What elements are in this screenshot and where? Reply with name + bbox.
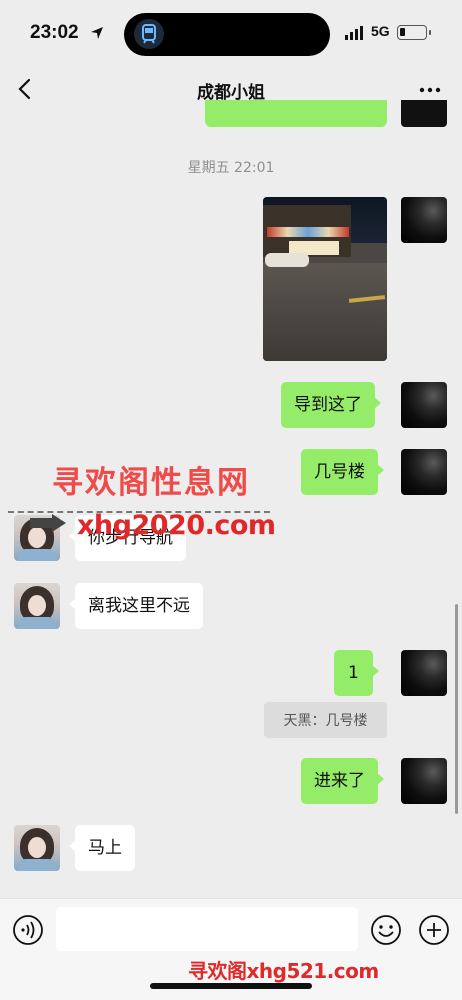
avatar-self-partial[interactable]: [401, 100, 447, 127]
battery-tip: [429, 30, 431, 35]
dynamic-island: [124, 13, 330, 56]
avatar-self[interactable]: [401, 382, 447, 428]
message-input[interactable]: [56, 907, 358, 951]
quoted-message[interactable]: 天黑：几号楼: [264, 702, 387, 738]
message-bubble-outgoing[interactable]: 导到这了: [281, 382, 381, 428]
avatar-contact[interactable]: [14, 825, 60, 871]
avatar-self[interactable]: [401, 449, 447, 495]
message-bubble-partial[interactable]: [205, 100, 387, 127]
location-arrow-icon: [91, 27, 103, 39]
avatar-contact[interactable]: [14, 583, 60, 629]
more-icon[interactable]: [418, 80, 442, 100]
avatar-self[interactable]: [401, 197, 447, 243]
message-bubble-incoming[interactable]: 离我这里不远: [69, 583, 203, 629]
message-bubble-outgoing[interactable]: 进来了: [301, 758, 384, 804]
voice-icon[interactable]: [12, 914, 44, 946]
watermark-bottom: 寻欢阁xhg521.com: [188, 959, 379, 983]
watermark-url: xhg2020.com: [77, 510, 276, 541]
input-bar: [0, 898, 462, 1000]
emoji-icon[interactable]: [370, 914, 402, 946]
status-bar: 23:02 5G: [0, 0, 462, 66]
avatar-self[interactable]: [401, 758, 447, 804]
message-timestamp: 星期五 22:01: [187, 160, 275, 176]
signal-icon: [345, 26, 363, 40]
scrollbar[interactable]: [455, 604, 458, 814]
battery-icon: [397, 25, 427, 40]
train-icon: [134, 19, 164, 49]
message-bubble-outgoing[interactable]: 1: [334, 650, 379, 696]
message-bubble-incoming[interactable]: 马上: [69, 825, 135, 871]
image-message[interactable]: [263, 197, 387, 361]
status-time: 23:02: [30, 22, 79, 43]
avatar-self[interactable]: [401, 650, 447, 696]
arrow-icon: [30, 514, 66, 532]
plus-icon[interactable]: [418, 914, 450, 946]
network-type: 5G: [371, 23, 390, 39]
watermark-title: 寻欢阁性息网: [52, 465, 250, 501]
message-bubble-outgoing[interactable]: 几号楼: [301, 449, 384, 495]
